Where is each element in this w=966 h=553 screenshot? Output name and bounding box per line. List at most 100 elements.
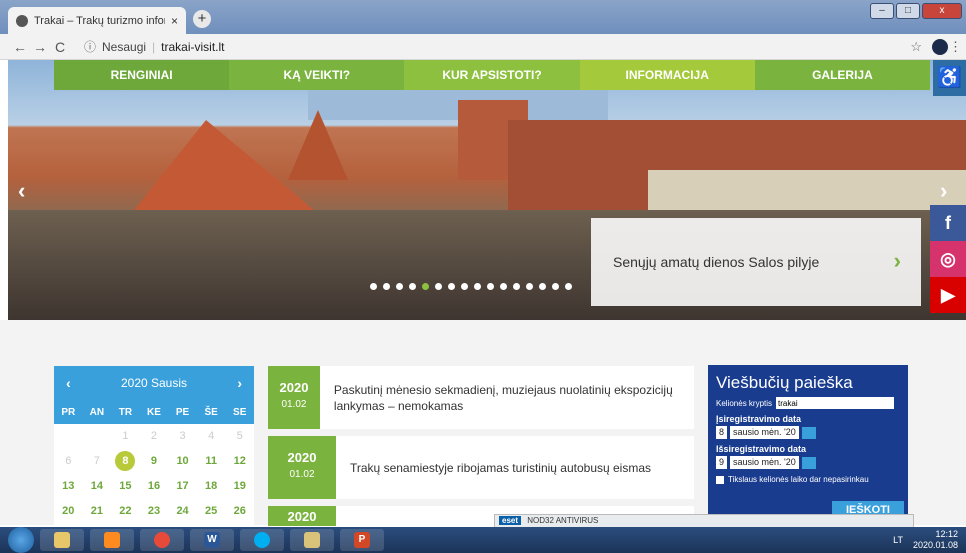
calendar-day[interactable]: 17 [168,474,197,499]
nav-item-informacija[interactable]: INFORMACIJA [579,60,755,90]
event-title[interactable]: Paskutinį mėnesio sekmadienį, muziejaus … [320,382,694,414]
hero-tower-roof [288,110,348,180]
new-tab-button[interactable]: + [193,10,211,28]
nav-item-kur-apsistoti[interactable]: KUR APSISTOTI? [404,60,580,90]
calendar-day[interactable]: 18 [197,474,226,499]
calendar-next-icon[interactable]: › [237,375,242,391]
start-button[interactable] [8,527,34,553]
nav-item-renginiai[interactable]: RENGINIAI [54,60,230,90]
calendar-day[interactable]: 16 [140,474,169,499]
slider-dot[interactable] [435,283,442,290]
calendar-day[interactable]: 19 [225,474,254,499]
calendar-day[interactable]: 15 [111,474,140,499]
hotel-search-title: Viešbučių paieška [716,373,853,392]
calendar-day: 6 [65,455,72,467]
youtube-icon[interactable]: ▶ [930,277,966,313]
close-window-button[interactable]: x [922,3,962,19]
calendar-day[interactable]: 26 [225,499,254,524]
slider-dot[interactable] [461,283,468,290]
today-marker[interactable]: 8 [115,451,136,471]
event-item[interactable]: 2020 01.02 Paskutinį mėnesio sekmadienį,… [268,366,694,429]
taskbar-chrome[interactable] [140,529,184,551]
maximize-button[interactable]: □ [896,3,920,19]
calendar-grid: 1 2 3 4 5 6 7 8 9 10 11 12 13 14 15 16 17 18 19 20 21 22 23 24 2… [54,424,254,524]
slider-prev-icon[interactable]: ‹ [18,178,25,204]
url-text[interactable]: trakai-visit.lt [161,40,224,54]
calendar-day[interactable]: 9 [140,449,169,474]
destination-input[interactable] [776,397,895,409]
checkin-day-select[interactable]: 8 [716,426,728,439]
checkout-day-select[interactable]: 9 [716,456,728,469]
event-title[interactable]: Trakų senamiestyje ribojamas turistinių … [336,460,651,476]
event-item[interactable]: 2020 01.02 Trakų senamiestyje ribojamas … [268,436,694,499]
tab-close-icon[interactable]: × [171,14,178,28]
slider-dot[interactable] [565,283,572,290]
taskbar-powerpoint[interactable]: P [340,529,384,551]
weekday-label: SE [233,406,247,418]
browser-tab[interactable]: Trakai – Trakų turizmo informac × [8,7,186,34]
accessibility-icon[interactable]: ♿ [933,60,966,96]
slider-next-icon[interactable]: › [940,178,947,204]
calendar-day[interactable]: 20 [54,499,83,524]
back-icon[interactable]: ← [10,39,30,55]
checkout-calendar-icon[interactable] [801,456,816,469]
calendar-day[interactable]: 13 [54,474,83,499]
slider-dot[interactable] [448,283,455,290]
language-indicator[interactable]: LT [893,535,903,545]
calendar-day[interactable]: 22 [111,499,140,524]
taskbar-skype[interactable] [240,529,284,551]
taskbar-word[interactable]: W [190,529,234,551]
checkout-month-select[interactable]: sausio mėn. '20 [730,456,799,469]
slider-dot[interactable] [552,283,559,290]
facebook-icon[interactable]: f [930,205,966,241]
destination-row: Kelionės kryptis [716,397,900,409]
url-field[interactable]: ⓘ Nesaugi | trakai-visit.lt [84,38,225,55]
calendar-day[interactable]: 11 [197,449,226,474]
slider-dot[interactable] [396,283,403,290]
checkin-month-select[interactable]: sausio mėn. '20 [730,426,799,439]
checkbox-icon[interactable] [716,475,724,484]
calendar-prev-icon[interactable]: ‹ [66,375,71,391]
slider-dot[interactable] [370,283,377,290]
checkin-calendar-icon[interactable] [801,426,816,439]
slider-dot[interactable] [422,283,429,290]
taskbar-media[interactable] [90,529,134,551]
forward-icon[interactable]: → [30,39,50,55]
extension-icon[interactable] [932,38,948,55]
calendar-day[interactable]: 25 [197,499,226,524]
slide-caption[interactable]: Senųjų amatų dienos Salos pilyje › [591,218,921,306]
clock-time: 12:12 [935,529,958,539]
taskbar-files[interactable] [290,529,334,551]
calendar-day[interactable]: 8 [111,449,140,474]
calendar-day[interactable]: 12 [225,449,254,474]
caption-chevron-icon[interactable]: › [894,248,901,274]
nav-item-galerija[interactable]: GALERIJA [754,60,931,90]
browser-menu-icon[interactable]: ⋮ [949,39,962,55]
calendar-day[interactable]: 24 [168,499,197,524]
reload-icon[interactable]: C [50,39,70,55]
slider-dot[interactable] [539,283,546,290]
weekday-label: TR [118,406,133,418]
slider-dot[interactable] [526,283,533,290]
slider-dot[interactable] [383,283,390,290]
calendar-day[interactable]: 10 [168,449,197,474]
slider-dot[interactable] [513,283,520,290]
minimize-button[interactable]: – [870,3,894,19]
antivirus-notification[interactable]: eset NOD32 ANTIVIRUS [494,514,914,528]
calendar-title: 2020 Sausis [120,376,188,390]
taskbar-explorer[interactable] [40,529,84,551]
bookmark-star-icon[interactable]: ☆ [910,39,922,55]
instagram-icon[interactable]: ◎ [930,241,966,277]
nav-item-ka-veikti[interactable]: KĄ VEIKTI? [229,60,405,90]
weekday-label: KE [147,406,161,418]
slider-dot[interactable] [487,283,494,290]
calendar-day[interactable]: 23 [140,499,169,524]
slider-dot[interactable] [474,283,481,290]
calendar-day[interactable]: 21 [83,499,112,524]
info-icon[interactable]: ⓘ [84,38,96,55]
slider-dot[interactable] [500,283,507,290]
clock[interactable]: 12:12 2020.01.08 [913,529,958,551]
slider-dot[interactable] [409,283,416,290]
flexible-dates-checkbox[interactable]: Tikslaus kelionės laiko dar nepasirinkau [716,475,900,484]
calendar-day[interactable]: 14 [83,474,112,499]
